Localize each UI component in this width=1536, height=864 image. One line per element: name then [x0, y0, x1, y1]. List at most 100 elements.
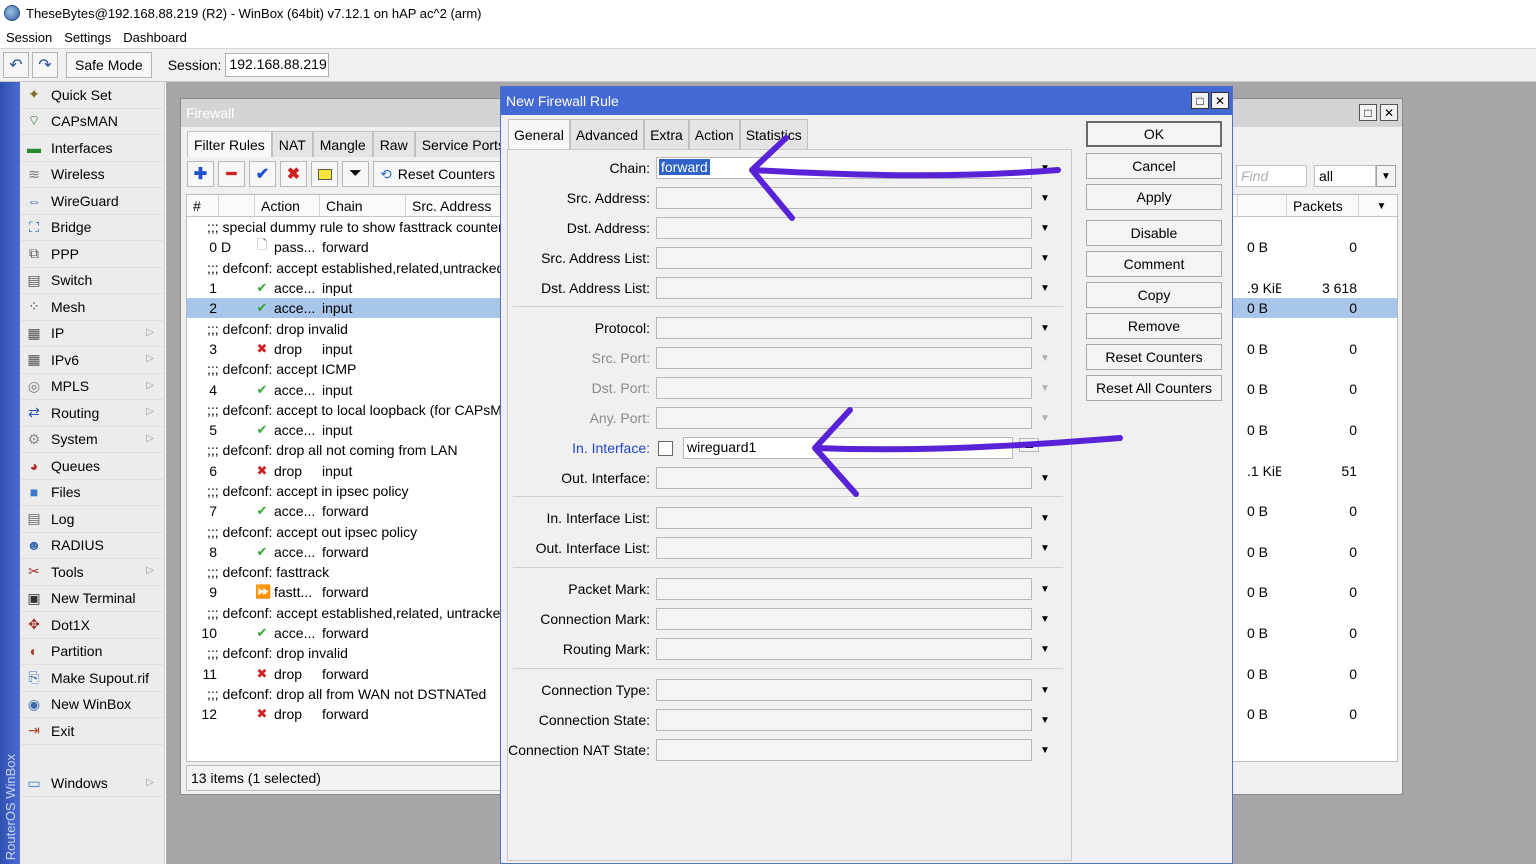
sidebar-item-log[interactable]: ▤ Log [20, 506, 164, 533]
col-chain[interactable]: Chain [320, 195, 406, 216]
copy-button[interactable]: Copy [1086, 282, 1222, 308]
src-address-list-dropdown-icon[interactable]: ▼ [1032, 247, 1058, 269]
tab-extra[interactable]: Extra [644, 119, 689, 149]
sidebar-item-switch[interactable]: ▤ Switch [20, 268, 164, 294]
connection-nat-state-input[interactable] [656, 739, 1032, 761]
connection-state-dropdown-icon[interactable]: ▼ [1032, 709, 1058, 731]
reset-counters-button[interactable]: Reset Counters [1086, 344, 1222, 370]
routing-mark-input[interactable] [656, 638, 1032, 660]
routing-mark-dropdown-icon[interactable]: ▼ [1032, 638, 1058, 660]
redo-icon[interactable]: ↷ [32, 52, 58, 78]
sidebar-item-exit[interactable]: ⇥ Exit [20, 718, 164, 745]
out-interface-list-input[interactable] [656, 537, 1032, 559]
sidebar-item-wireless[interactable]: ≋ Wireless [20, 162, 164, 188]
menu-dashboard[interactable]: Dashboard [123, 30, 187, 45]
in-interface-list-dropdown-icon[interactable]: ▼ [1032, 507, 1058, 529]
comment-icon[interactable] [311, 161, 338, 187]
comment-button[interactable]: Comment [1086, 251, 1222, 277]
sidebar-item-make-supout-rif[interactable]: ⎘ Make Supout.rif [20, 665, 164, 692]
sidebar-item-dot1x[interactable]: ✥ Dot1X [20, 612, 164, 639]
src-address-list-input[interactable] [656, 247, 1032, 269]
safe-mode-button[interactable]: Safe Mode [66, 52, 152, 78]
tab-service-ports[interactable]: Service Ports [414, 131, 512, 157]
tab-nat[interactable]: NAT [271, 131, 313, 157]
col-src-address[interactable]: Src. Address [406, 195, 506, 216]
tab-raw[interactable]: Raw [372, 131, 415, 157]
enable-check-icon[interactable]: ✔ [249, 161, 276, 187]
connection-mark-dropdown-icon[interactable]: ▼ [1032, 608, 1058, 630]
connection-type-dropdown-icon[interactable]: ▼ [1032, 679, 1058, 701]
disable-x-icon[interactable]: ✖ [280, 161, 307, 187]
connection-mark-input[interactable] [656, 608, 1032, 630]
reset-all-counters-button[interactable]: Reset All Counters [1086, 375, 1222, 401]
tab-general[interactable]: General [508, 119, 570, 149]
out-interface-dropdown-icon[interactable]: ▼ [1032, 467, 1058, 489]
tab-mangle[interactable]: Mangle [312, 131, 373, 157]
packet-mark-dropdown-icon[interactable]: ▼ [1032, 578, 1058, 600]
filter-select[interactable]: all [1314, 165, 1376, 187]
in-interface-label[interactable]: In. Interface: [508, 440, 656, 456]
sidebar-item-files[interactable]: ■ Files [20, 480, 164, 506]
src-address-dropdown-icon[interactable]: ▼ [1032, 187, 1058, 209]
col-packets[interactable]: Packets [1287, 195, 1359, 217]
menu-settings[interactable]: Settings [64, 30, 111, 45]
sidebar-item-ip[interactable]: ▦ IP ▷ [20, 321, 164, 347]
chevron-down-icon[interactable]: ▼ [1376, 165, 1396, 187]
reset-counters-button[interactable]: ⟲ Reset Counters [373, 161, 503, 187]
sidebar-item-ipv6[interactable]: ▦ IPv6 ▷ [20, 347, 164, 374]
sidebar-item-routing[interactable]: ⇄ Routing ▷ [20, 400, 164, 427]
connection-state-input[interactable] [656, 709, 1032, 731]
sidebar-item-mpls[interactable]: ◎ MPLS ▷ [20, 374, 164, 400]
cancel-button[interactable]: Cancel [1086, 153, 1222, 179]
disable-button[interactable]: Disable [1086, 220, 1222, 246]
chain-dropdown-icon[interactable]: ▼ [1032, 157, 1058, 179]
sidebar-item-radius[interactable]: ☻ RADIUS [20, 533, 164, 559]
ok-button[interactable]: OK [1086, 121, 1222, 147]
sidebar-item-quick-set[interactable]: ✦ Quick Set [20, 82, 164, 109]
close-icon[interactable]: ✕ [1211, 92, 1229, 109]
sidebar-item-ppp[interactable]: ⧉ PPP [20, 241, 164, 268]
sidebar-item-partition[interactable]: ◐ Partition [20, 639, 164, 665]
find-input[interactable]: Find [1236, 165, 1307, 187]
filter-icon[interactable]: ⏷ [342, 161, 369, 187]
in-interface-list-input[interactable] [656, 507, 1032, 529]
tab-action[interactable]: Action [688, 119, 740, 149]
dst-address-dropdown-icon[interactable]: ▼ [1032, 217, 1058, 239]
maximize-icon[interactable]: □ [1359, 104, 1377, 121]
sidebar-item-windows[interactable]: ▭ Windows ▷ [20, 771, 164, 797]
connection-type-input[interactable] [656, 679, 1032, 701]
col-action[interactable]: Action [255, 195, 320, 216]
in-interface-input[interactable]: wireguard1 [683, 437, 1013, 459]
protocol-input[interactable] [656, 317, 1032, 339]
connection-nat-state-dropdown-icon[interactable]: ▼ [1032, 739, 1058, 761]
undo-icon[interactable]: ↶ [3, 52, 29, 78]
sidebar-item-queues[interactable]: ◕ Queues [20, 453, 164, 480]
col-flags[interactable] [219, 195, 255, 216]
col-num[interactable]: # [187, 195, 219, 216]
dialog-title[interactable]: New Firewall Rule [501, 87, 1232, 115]
tab-advanced[interactable]: Advanced [569, 119, 645, 149]
remove-icon[interactable]: ━ [218, 161, 245, 187]
add-icon[interactable]: ✚ [187, 161, 214, 187]
sidebar-item-wireguard[interactable]: ⇔ WireGuard [20, 188, 164, 215]
remove-button[interactable]: Remove [1086, 313, 1222, 339]
chain-combobox[interactable]: forward [656, 157, 1032, 179]
packet-mark-input[interactable] [656, 578, 1032, 600]
sidebar-item-interfaces[interactable]: ▬ Interfaces [20, 135, 164, 162]
sidebar-item-bridge[interactable]: ⛶ Bridge [20, 215, 164, 241]
out-interface-list-dropdown-icon[interactable]: ▼ [1032, 537, 1058, 559]
tab-statistics[interactable]: Statistics [739, 119, 808, 149]
menu-session[interactable]: Session [6, 30, 52, 45]
src-address-input[interactable] [656, 187, 1032, 209]
in-interface-dropdown-icon[interactable]: ▬ [1019, 438, 1039, 452]
sidebar-item-system[interactable]: ⚙ System ▷ [20, 427, 164, 453]
dst-address-list-input[interactable] [656, 277, 1032, 299]
protocol-dropdown-icon[interactable]: ▼ [1032, 317, 1058, 339]
sidebar-item-new-winbox[interactable]: ◉ New WinBox [20, 692, 164, 718]
sidebar-item-tools[interactable]: ✂ Tools ▷ [20, 559, 164, 586]
dst-address-list-dropdown-icon[interactable]: ▼ [1032, 277, 1058, 299]
sidebar-item-new-terminal[interactable]: ▣ New Terminal [20, 586, 164, 612]
dst-address-input[interactable] [656, 217, 1032, 239]
in-interface-negate-checkbox[interactable] [658, 440, 673, 456]
col-bytes[interactable] [1237, 195, 1287, 217]
